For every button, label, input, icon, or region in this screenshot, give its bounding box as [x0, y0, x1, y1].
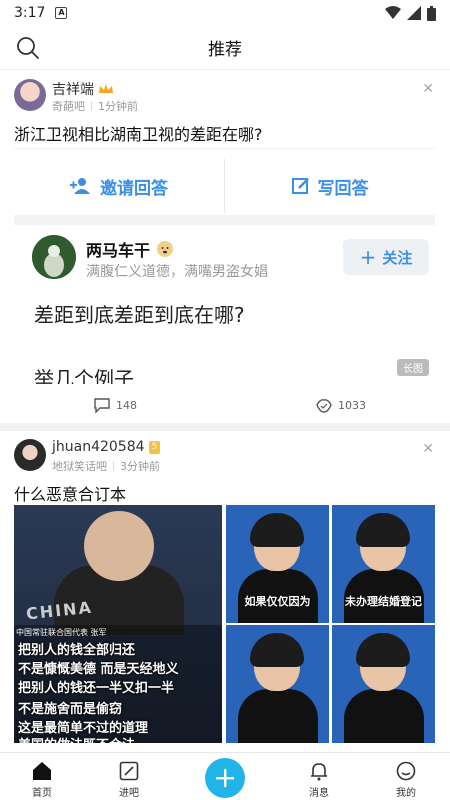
meta-divider — [113, 461, 114, 471]
post-image-thumb[interactable] — [332, 625, 435, 743]
tab-label: 首页 — [32, 788, 52, 799]
feed-separator — [0, 423, 450, 431]
tab-messages[interactable]: 消息 — [289, 753, 349, 800]
create-post-button[interactable] — [205, 758, 245, 798]
screenshot-avatar — [32, 235, 76, 279]
tab-profile[interactable]: 我的 — [376, 753, 436, 800]
forum-icon — [119, 761, 139, 781]
author-name: 吉祥端 — [52, 82, 94, 98]
like-count: 1033 — [338, 399, 366, 412]
image-caption: 不是慷慨美德 而是天经地义 — [18, 662, 179, 677]
write-label: 写回答 — [317, 178, 369, 199]
screenshot-divider — [14, 215, 435, 225]
post-image[interactable]: 邀请回答 写回答 两马车干 满腹仁义道德，满嘴男盗女娼 + 关注 差距到底差距到… — [14, 148, 435, 384]
thumb-hair — [356, 633, 410, 667]
image-face — [84, 511, 154, 581]
signal-icon — [407, 6, 421, 20]
screenshot-author-bio: 满腹仁义道德，满嘴男盗女娼 — [86, 264, 268, 280]
plus-icon — [216, 769, 234, 787]
comment-button[interactable]: 148 — [94, 398, 137, 413]
tab-label: 消息 — [309, 788, 329, 799]
wifi-icon — [385, 6, 401, 19]
post-image-main[interactable]: CHINA 中国常驻联合国代表 张军 把别人的钱全部归还 不是慷慨美德 而是天经… — [14, 505, 222, 743]
thumb-caption: 如果仅仅因为 — [244, 595, 311, 608]
image-caption: 美国的做法既不合法 — [18, 734, 135, 743]
close-icon[interactable]: ✕ — [422, 81, 434, 97]
battery-icon — [427, 5, 436, 21]
add-user-icon — [70, 178, 90, 194]
home-icon — [33, 762, 51, 780]
forum-name[interactable]: 地狱笑话吧 — [52, 458, 107, 474]
level-badge: 5 — [148, 440, 161, 454]
notification-icon: A — [55, 7, 68, 19]
profile-icon — [396, 761, 416, 781]
avatar[interactable] — [14, 79, 46, 111]
invite-label: 邀请回答 — [100, 178, 168, 199]
thumb-hair — [250, 513, 304, 547]
write-answer-button: 写回答 — [225, 159, 435, 213]
thumb-hair — [356, 513, 410, 547]
screenshot-action-bar: 邀请回答 写回答 — [14, 159, 435, 213]
edit-icon — [291, 178, 309, 194]
tab-home[interactable]: 首页 — [12, 753, 72, 800]
image-caption: 把别人的钱还一半又扣一半 — [18, 681, 175, 696]
thumb-figure — [238, 689, 318, 743]
author-name: jhuan420584 — [52, 439, 145, 455]
comment-icon — [94, 398, 110, 413]
post-time: 3分钟前 — [120, 460, 160, 473]
thumb-figure — [344, 689, 424, 743]
post-image-thumb[interactable]: 未办理结婚登记 — [332, 505, 435, 623]
post-time: 1分钟前 — [98, 100, 138, 113]
app-header: 推荐 — [0, 26, 450, 70]
follow-label: 关注 — [382, 248, 413, 267]
post-title[interactable]: 浙江卫视相比湖南卫视的差距在哪? — [14, 121, 263, 145]
forum-name[interactable]: 奇葩吧 — [52, 98, 85, 114]
search-icon[interactable] — [16, 36, 40, 60]
post-meta: 奇葩吧 1分钟前 — [52, 98, 138, 114]
tab-label: 我的 — [396, 788, 416, 799]
like-icon — [316, 399, 332, 413]
status-bar: 3:17 A — [0, 0, 450, 26]
tab-forums[interactable]: 进吧 — [99, 753, 159, 800]
avatar[interactable] — [14, 439, 46, 471]
long-image-badge: 长图 — [397, 359, 429, 376]
post-header: 吉祥端 奇葩吧 1分钟前 ✕ — [0, 71, 450, 117]
crown-badge-icon — [99, 84, 113, 93]
comment-count: 148 — [116, 399, 137, 412]
status-icons — [385, 5, 436, 21]
post-author[interactable]: jhuan420584 5 — [52, 439, 161, 455]
screenshot-example: 举几个例子 — [34, 367, 134, 384]
close-icon[interactable]: ✕ — [422, 441, 434, 457]
post-stats: 148 1033 — [0, 394, 450, 418]
invite-answer-button: 邀请回答 — [14, 159, 225, 213]
screenshot-follow-button: + 关注 — [343, 239, 429, 275]
screenshot-question: 差距到底差距到底在哪? — [34, 303, 245, 327]
status-time: 3:17 — [14, 5, 46, 21]
tab-label: 进吧 — [119, 788, 139, 799]
page-title: 推荐 — [208, 40, 242, 60]
image-caption: 不是施舍而是偷窃 — [18, 702, 123, 717]
image-small-caption: 中国常驻联合国代表 张军 — [16, 628, 107, 637]
plus-icon: + — [359, 245, 377, 269]
post-image-thumb[interactable]: 如果仅仅因为 — [226, 505, 329, 623]
bell-icon — [311, 763, 327, 781]
dog-badge-icon — [157, 241, 174, 257]
thumb-caption: 未办理结婚登记 — [345, 595, 422, 608]
image-grid: CHINA 中国常驻联合国代表 张军 把别人的钱全部归还 不是慷慨美德 而是天经… — [14, 505, 435, 743]
post-header: jhuan420584 5 地狱笑话吧 3分钟前 ✕ — [0, 431, 450, 477]
screenshot-author: 两马车干 — [86, 237, 174, 261]
post-author[interactable]: 吉祥端 — [52, 79, 114, 99]
meta-divider — [91, 101, 92, 111]
post-title[interactable]: 什么恶意合订本 — [14, 481, 126, 505]
screenshot-author-name: 两马车干 — [86, 241, 151, 260]
post-meta: 地狱笑话吧 3分钟前 — [52, 458, 160, 474]
like-button[interactable]: 1033 — [316, 398, 366, 413]
thumb-hair — [250, 633, 304, 667]
image-caption: 把别人的钱全部归还 — [18, 643, 136, 658]
post-image-thumb[interactable] — [226, 625, 329, 743]
